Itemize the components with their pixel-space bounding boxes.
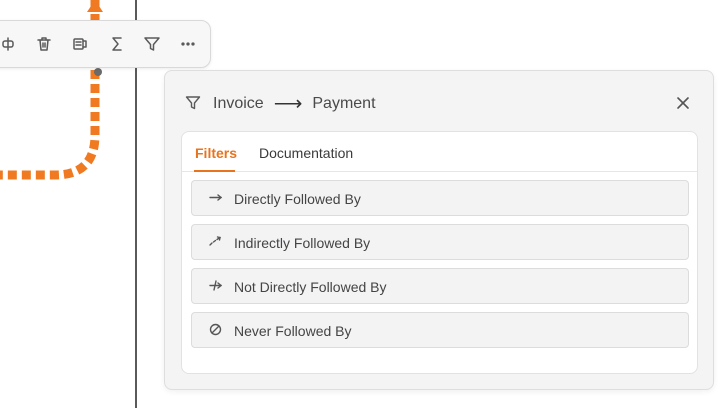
- filter-indirectly-followed-by[interactable]: Indirectly Followed By: [191, 224, 689, 260]
- filter-directly-followed-by[interactable]: Directly Followed By: [191, 180, 689, 216]
- panel-header: Invoice ⟶ Payment: [165, 71, 713, 135]
- trash-icon[interactable]: [33, 33, 55, 55]
- crossed-arrow-icon: [208, 279, 222, 293]
- filter-never-followed-by[interactable]: Never Followed By: [191, 312, 689, 348]
- arrow-right-icon: ⟶: [273, 93, 303, 115]
- node-toolbar: [0, 20, 211, 68]
- prohibited-icon: [208, 323, 222, 337]
- arrow-right-icon: [208, 191, 222, 205]
- process-canvas[interactable]: Invoice ⟶ Payment Filters Documentation …: [0, 0, 725, 408]
- replace-icon[interactable]: [69, 33, 91, 55]
- sigma-icon[interactable]: [106, 33, 128, 55]
- filter-icon[interactable]: [141, 33, 163, 55]
- tab-filters[interactable]: Filters: [195, 145, 237, 161]
- panel-title: Invoice ⟶ Payment: [213, 93, 376, 115]
- filter-label: Never Followed By: [234, 323, 352, 339]
- source-activity: Invoice: [213, 95, 264, 112]
- more-icon[interactable]: [177, 33, 199, 55]
- filter-not-directly-followed-by[interactable]: Not Directly Followed By: [191, 268, 689, 304]
- dotted-arrow-icon: [208, 235, 222, 249]
- tab-bar: Filters Documentation: [182, 132, 697, 172]
- target-activity: Payment: [312, 95, 376, 112]
- filter-card: Filters Documentation Directly Followed …: [181, 131, 698, 374]
- filter-icon: [185, 95, 201, 111]
- active-tab-indicator: [194, 170, 235, 172]
- filter-label: Directly Followed By: [234, 191, 361, 207]
- close-button[interactable]: [675, 95, 691, 111]
- edge-filter-panel: Invoice ⟶ Payment Filters Documentation …: [164, 70, 714, 390]
- filter-label: Not Directly Followed By: [234, 279, 387, 295]
- split-node-icon[interactable]: [0, 33, 19, 55]
- tab-documentation[interactable]: Documentation: [259, 145, 353, 161]
- filter-label: Indirectly Followed By: [234, 235, 371, 251]
- close-icon: [677, 97, 689, 109]
